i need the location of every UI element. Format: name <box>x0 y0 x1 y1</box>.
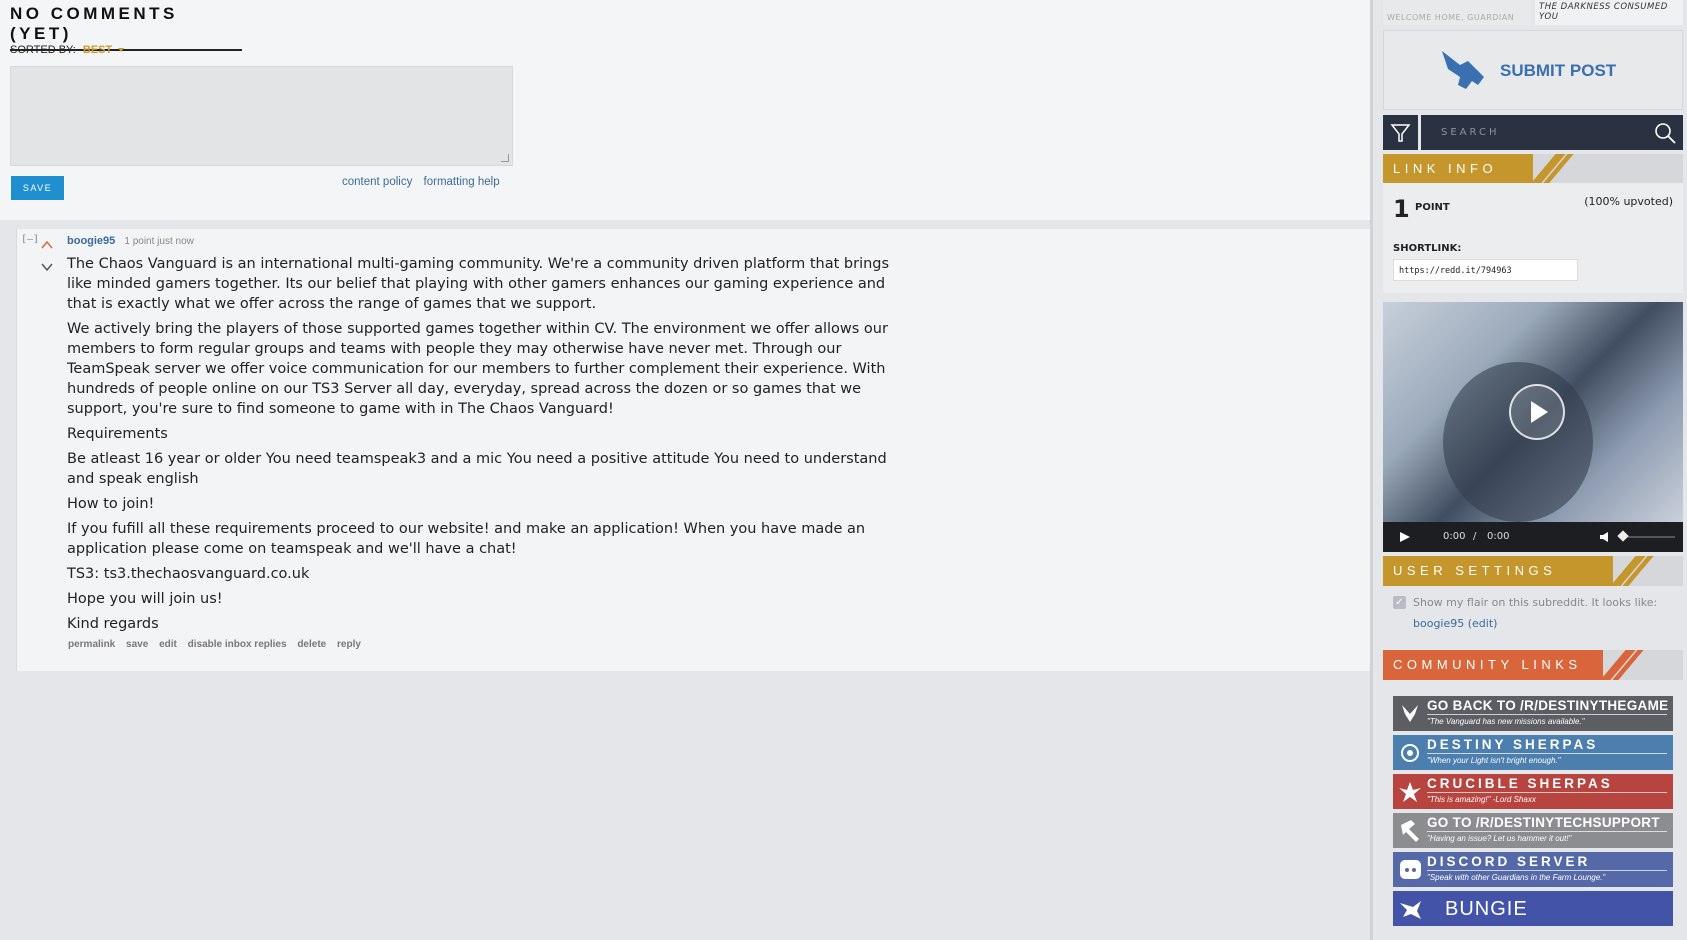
community-link-title: DISCORD SERVER <box>1427 854 1591 869</box>
comment-paragraph: How to join! <box>67 496 155 512</box>
link-info-title: LINK INFO <box>1393 161 1498 176</box>
video-time-separator: / <box>1473 531 1477 542</box>
upvoted-percent: (100% upvoted) <box>1584 195 1673 208</box>
chevron-down-icon[interactable] <box>118 48 125 53</box>
community-link-title: BUNGIE <box>1445 898 1528 920</box>
community-link-destiny-sherpas[interactable]: DESTINY SHERPAS "When your Light isn't b… <box>1393 735 1673 770</box>
comment-paragraph: Hope you will join us! <box>67 591 223 607</box>
community-links-header: COMMUNITY LINKS <box>1383 650 1683 680</box>
sidebar: WELCOME HOME, GUARDIAN THE DARKNESS CONS… <box>1370 0 1687 940</box>
shortlink-field[interactable]: https://redd.it/794963 <box>1393 259 1578 281</box>
comment-body: The Chaos Vanguard is an international m… <box>67 254 907 639</box>
community-link-techsupport[interactable]: GO TO /R/DESTINYTECHSUPPORT "Having an i… <box>1393 813 1673 848</box>
sherpa-spiral-icon <box>1401 744 1419 762</box>
comment-paragraph: If you fufill all these requirements pro… <box>67 521 866 557</box>
user-settings-title: USER SETTINGS <box>1393 563 1557 578</box>
hammer-icon <box>1401 820 1419 842</box>
comments-area: NO COMMENTS (YET) SORTED BY: BEST SAVE c… <box>0 0 1371 940</box>
volume-icon[interactable] <box>1599 531 1611 543</box>
community-link-destinythegame[interactable]: GO BACK TO /R/DESTINYTHEGAME "The Vangua… <box>1393 696 1673 731</box>
show-flair-label: Show my flair on this subreddit. It look… <box>1413 596 1658 609</box>
community-link-subtitle: "Speak with other Guardians in the Farm … <box>1427 873 1606 882</box>
volume-handle[interactable] <box>1617 530 1629 542</box>
flair-username: boogie95 <box>1413 617 1465 630</box>
points-label: POINT <box>1415 202 1450 213</box>
community-link-subtitle: "This is amazing!" -Lord Shaxx <box>1427 795 1536 804</box>
community-link-bungie[interactable]: BUNGIE <box>1393 891 1673 926</box>
destiny-logo-icon <box>1402 705 1418 722</box>
user-settings-header: USER SETTINGS <box>1383 556 1683 586</box>
comment-meta: 1 point just now <box>124 236 194 247</box>
disable-inbox-replies-link[interactable]: disable inbox replies <box>188 639 287 650</box>
community-link-title: DESTINY SHERPAS <box>1427 737 1599 752</box>
save-button[interactable]: SAVE <box>11 176 64 200</box>
points-count: 1 <box>1393 195 1410 223</box>
comment-paragraph: TS3: ts3.thechaosvanguard.co.uk <box>67 566 310 582</box>
submit-post-button[interactable]: SUBMIT POST <box>1383 30 1683 110</box>
sort-control[interactable]: SORTED BY: BEST <box>10 44 125 56</box>
video-duration: 0:00 <box>1487 531 1510 542</box>
sort-label: SORTED BY: <box>10 44 76 56</box>
search-box[interactable] <box>1421 115 1683 150</box>
user-settings-panel: ✓ Show my flair on this subreddit. It lo… <box>1383 586 1683 641</box>
community-link-subtitle: "The Vanguard has new missions available… <box>1427 717 1585 726</box>
link-info-panel: 1 POINT (100% upvoted) SHORTLINK: https:… <box>1383 183 1683 293</box>
comment-author[interactable]: boogie95 <box>67 235 115 247</box>
play-small-icon[interactable] <box>1399 531 1411 543</box>
comment-textarea[interactable] <box>10 66 513 166</box>
filter-button[interactable] <box>1383 115 1418 150</box>
hand-cannon-icon <box>1442 51 1484 89</box>
community-link-subtitle: "Having an issue? Let us hammer it out!" <box>1427 834 1572 843</box>
link-info-header: LINK INFO <box>1383 154 1683 184</box>
discord-icon <box>1400 860 1421 879</box>
comment-actions: permalink save edit disable inbox replie… <box>68 639 369 650</box>
comment-paragraph: The Chaos Vanguard is an international m… <box>67 256 890 312</box>
permalink-link[interactable]: permalink <box>68 639 115 650</box>
filter-icon <box>1390 124 1411 142</box>
video-controls: 0:00 / 0:00 <box>1383 522 1683 552</box>
community-links-title: COMMUNITY LINKS <box>1393 657 1582 672</box>
community-link-title: GO TO /R/DESTINYTECHSUPPORT <box>1427 815 1660 830</box>
community-link-title: GO BACK TO /R/DESTINYTHEGAME <box>1427 698 1669 713</box>
comment-paragraph: Requirements <box>67 426 168 442</box>
collapse-toggle[interactable]: [–] <box>21 234 39 245</box>
delete-link[interactable]: delete <box>297 639 326 650</box>
reply-link[interactable]: reply <box>337 639 361 650</box>
banner-darkness[interactable]: THE DARKNESS CONSUMED YOU <box>1535 0 1683 25</box>
content-policy-link[interactable]: content policy <box>342 176 412 188</box>
comment-paragraph: We actively bring the players of those s… <box>67 321 888 417</box>
play-overlay-button[interactable] <box>1509 384 1565 440</box>
formatting-help-link[interactable]: formatting help <box>424 176 500 188</box>
shortlink-label: SHORTLINK: <box>1393 243 1462 254</box>
upvote-arrow-icon[interactable] <box>41 239 53 251</box>
community-link-subtitle: "When your Light isn't bright enough." <box>1427 756 1561 765</box>
comment-paragraph: Kind regards <box>67 616 159 632</box>
submit-post-label: SUBMIT POST <box>1500 61 1617 80</box>
community-link-crucible-sherpas[interactable]: CRUCIBLE SHERPAS "This is amazing!" -Lor… <box>1393 774 1673 809</box>
community-link-discord[interactable]: DISCORD SERVER "Speak with other Guardia… <box>1393 852 1673 887</box>
search-input[interactable] <box>1421 115 1641 150</box>
video-current-time: 0:00 <box>1443 531 1466 542</box>
search-icon[interactable] <box>1653 121 1677 145</box>
comment: [–] boogie95 1 point just now The Chaos … <box>16 229 1371 671</box>
downvote-arrow-icon[interactable] <box>41 261 53 273</box>
banner-darkness-text: THE DARKNESS CONSUMED YOU <box>1539 2 1668 22</box>
video-player[interactable]: 0:00 / 0:00 <box>1383 302 1683 552</box>
banner-welcome[interactable]: WELCOME HOME, GUARDIAN <box>1383 0 1531 25</box>
save-link[interactable]: save <box>126 639 148 650</box>
flair-edit-link[interactable]: (edit) <box>1468 617 1498 630</box>
comment-paragraph: Be atleast 16 year or older You need tea… <box>67 451 887 487</box>
resize-handle[interactable] <box>501 154 509 162</box>
edit-link[interactable]: edit <box>159 639 177 650</box>
banner-welcome-text: WELCOME HOME, GUARDIAN <box>1387 13 1515 22</box>
crucible-wings-icon <box>1399 782 1421 802</box>
community-link-title: CRUCIBLE SHERPAS <box>1427 776 1613 791</box>
show-flair-checkbox[interactable]: ✓ <box>1393 596 1406 609</box>
play-icon <box>1531 401 1548 423</box>
comment-editor-panel: NO COMMENTS (YET) SORTED BY: BEST SAVE c… <box>0 0 1370 220</box>
bungie-logo-icon <box>1400 901 1421 919</box>
sort-value[interactable]: BEST <box>83 44 112 56</box>
